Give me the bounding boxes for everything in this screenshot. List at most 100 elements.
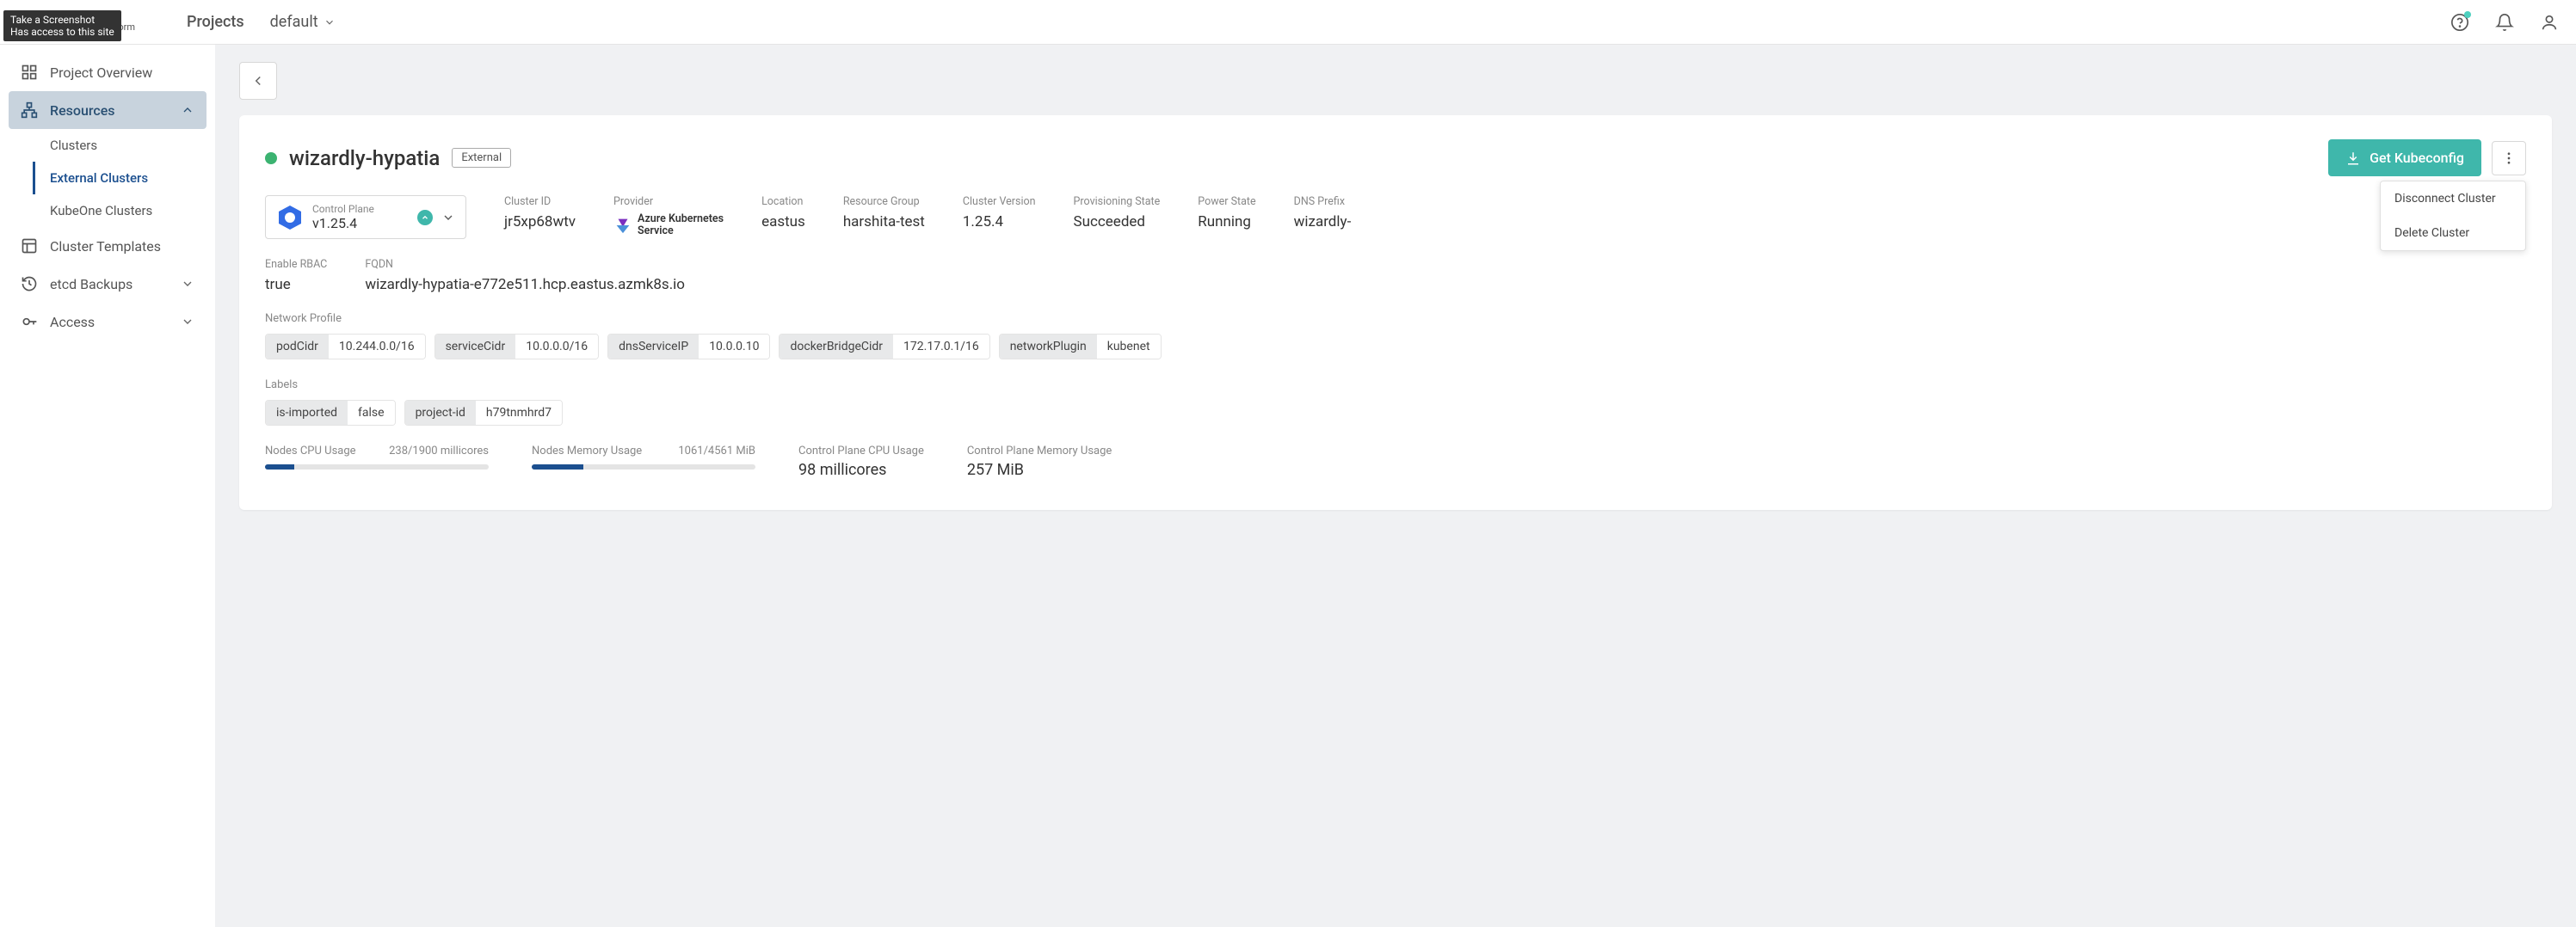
projects-link[interactable]: Projects (187, 13, 244, 31)
provisioning-state-block: Provisioning State Succeeded (1074, 195, 1161, 230)
fqdn-block: FQDN wizardly-hypatia-e772e511.hcp.eastu… (365, 258, 685, 293)
resource-group-block: Resource Group harshita-test (843, 195, 925, 230)
sidebar-resources-submenu: Clusters External Clusters KubeOne Clust… (9, 129, 206, 227)
location-value: eastus (761, 213, 805, 230)
usage-value: 1061/4561 MiB (678, 445, 755, 457)
hierarchy-icon (21, 101, 38, 119)
cpu-usage-bar (265, 464, 489, 470)
chip-dns-service-ip: dnsServiceIP10.0.0.10 (607, 334, 770, 359)
topbar-right (2450, 13, 2559, 32)
provider-block: Provider Azure Kubernetes Service (613, 195, 724, 237)
sidebar-item-templates[interactable]: Cluster Templates (9, 227, 206, 265)
back-button[interactable] (239, 62, 277, 100)
header-actions: Get Kubeconfig Disconnect Cluster Delete… (2328, 139, 2526, 176)
chevron-down-icon (324, 16, 336, 28)
external-badge: External (452, 148, 511, 168)
usage-label: Nodes CPU Usage (265, 445, 356, 457)
nodes-memory-usage: Nodes Memory Usage 1061/4561 MiB (532, 445, 755, 479)
bell-icon (2495, 13, 2514, 32)
chip-pod-cidr: podCidr10.244.0.0/16 (265, 334, 426, 359)
control-plane-memory-usage: Control Plane Memory Usage 257 MiB (967, 445, 1112, 479)
sidebar-item-resources[interactable]: Resources (9, 91, 206, 129)
usage-row: Nodes CPU Usage 238/1900 millicores Node… (265, 445, 2526, 479)
chevron-left-icon (250, 73, 266, 89)
notification-dot (2464, 11, 2471, 18)
cp-cpu-value: 98 millicores (798, 461, 924, 479)
cluster-actions-menu: Disconnect Cluster Delete Cluster (2380, 181, 2526, 251)
cluster-id-block: Cluster ID jr5xp68wtv (504, 195, 576, 230)
topbar: KUBERMATIC Kubernetes Platform Projects … (0, 0, 2576, 45)
project-selector[interactable]: default (270, 13, 336, 31)
delete-cluster-item[interactable]: Delete Cluster (2381, 216, 2525, 250)
download-icon (2345, 150, 2361, 166)
chip-network-plugin: networkPluginkubenet (999, 334, 1162, 359)
sidebar-item-clusters[interactable]: Clusters (50, 129, 206, 162)
enable-rbac-value: true (265, 276, 327, 293)
more-button[interactable] (2492, 141, 2526, 175)
cpu-usage-fill (265, 464, 294, 470)
cluster-version-block: Cluster Version 1.25.4 (963, 195, 1036, 230)
labels-chips: is-importedfalse project-idh79tnmhrd7 (265, 400, 2526, 426)
chip-project-id: project-idh79tnmhrd7 (404, 400, 563, 426)
user-icon (2540, 13, 2559, 32)
sidebar-item-external-clusters[interactable]: External Clusters (33, 162, 206, 194)
get-kubeconfig-button[interactable]: Get Kubeconfig (2328, 139, 2481, 176)
kubernetes-icon (276, 204, 304, 231)
memory-usage-bar (532, 464, 755, 470)
control-plane-cpu-usage: Control Plane CPU Usage 98 millicores (798, 445, 924, 479)
disconnect-cluster-item[interactable]: Disconnect Cluster (2381, 181, 2525, 216)
dns-prefix-block: DNS Prefix wizardly- (1294, 195, 1352, 230)
control-plane-box[interactable]: Control Plane v1.25.4 (265, 195, 466, 239)
sidebar-item-access[interactable]: Access (9, 303, 206, 341)
sidebar-item-kubeone-clusters[interactable]: KubeOne Clusters (50, 194, 206, 227)
sidebar-item-label: etcd Backups (50, 276, 132, 292)
info-row-1: Control Plane v1.25.4 Cluster ID jr5xp68… (265, 195, 2526, 239)
template-icon (21, 237, 38, 255)
nodes-cpu-usage: Nodes CPU Usage 238/1900 millicores (265, 445, 489, 479)
browser-extension-tooltip: Take a Screenshot Has access to this sit… (3, 10, 121, 41)
chip-service-cidr: serviceCidr10.0.0.0/16 (434, 334, 600, 359)
network-profile-chips: podCidr10.244.0.0/16 serviceCidr10.0.0.0… (265, 334, 2526, 359)
more-vertical-icon (2501, 150, 2517, 166)
key-icon (21, 313, 38, 330)
sidebar-item-label: Cluster Templates (50, 238, 161, 255)
memory-usage-fill (532, 464, 583, 470)
provisioning-state-value: Succeeded (1074, 213, 1161, 230)
cluster-header: wizardly-hypatia External Get Kubeconfig… (265, 139, 2526, 176)
info-row-2: Enable RBAC true FQDN wizardly-hypatia-e… (265, 258, 2526, 293)
sidebar-item-overview[interactable]: Project Overview (9, 53, 206, 91)
cluster-status-dot (265, 152, 277, 164)
user-menu[interactable] (2540, 13, 2559, 32)
sidebar: Project Overview Resources Clusters Exte… (0, 45, 215, 927)
dns-prefix-value: wizardly- (1294, 213, 1352, 230)
cluster-detail-card: wizardly-hypatia External Get Kubeconfig… (239, 115, 2552, 510)
upgrade-available-icon (417, 210, 433, 225)
chevron-up-icon (181, 103, 194, 117)
fqdn-value: wizardly-hypatia-e772e511.hcp.eastus.azm… (365, 276, 685, 293)
chevron-down-icon (181, 315, 194, 328)
sidebar-item-label: Project Overview (50, 64, 152, 81)
control-plane-version: v1.25.4 (312, 215, 409, 231)
chevron-down-icon (181, 277, 194, 291)
cp-mem-value: 257 MiB (967, 461, 1112, 479)
button-label: Get Kubeconfig (2370, 150, 2464, 166)
cluster-id-value: jr5xp68wtv (504, 213, 576, 230)
resource-group-value: harshita-test (843, 213, 925, 230)
cluster-name: wizardly-hypatia (289, 146, 440, 170)
power-state-block: Power State Running (1198, 195, 1255, 230)
help-button[interactable] (2450, 13, 2469, 32)
sidebar-item-etcd-backups[interactable]: etcd Backups (9, 265, 206, 303)
control-plane-label: Control Plane (312, 203, 409, 215)
power-state-value: Running (1198, 213, 1255, 230)
breadcrumb: Projects default (187, 13, 336, 31)
project-selector-label: default (270, 13, 318, 31)
chip-is-imported: is-importedfalse (265, 400, 396, 426)
provider-value: Azure Kubernetes Service (613, 213, 724, 237)
notifications-button[interactable] (2495, 13, 2514, 32)
chevron-down-icon (441, 211, 455, 224)
enable-rbac-block: Enable RBAC true (265, 258, 327, 293)
content: wizardly-hypatia External Get Kubeconfig… (215, 45, 2576, 927)
network-profile-title: Network Profile (265, 312, 2526, 325)
labels-title: Labels (265, 378, 2526, 391)
sidebar-item-label: Access (50, 314, 95, 330)
